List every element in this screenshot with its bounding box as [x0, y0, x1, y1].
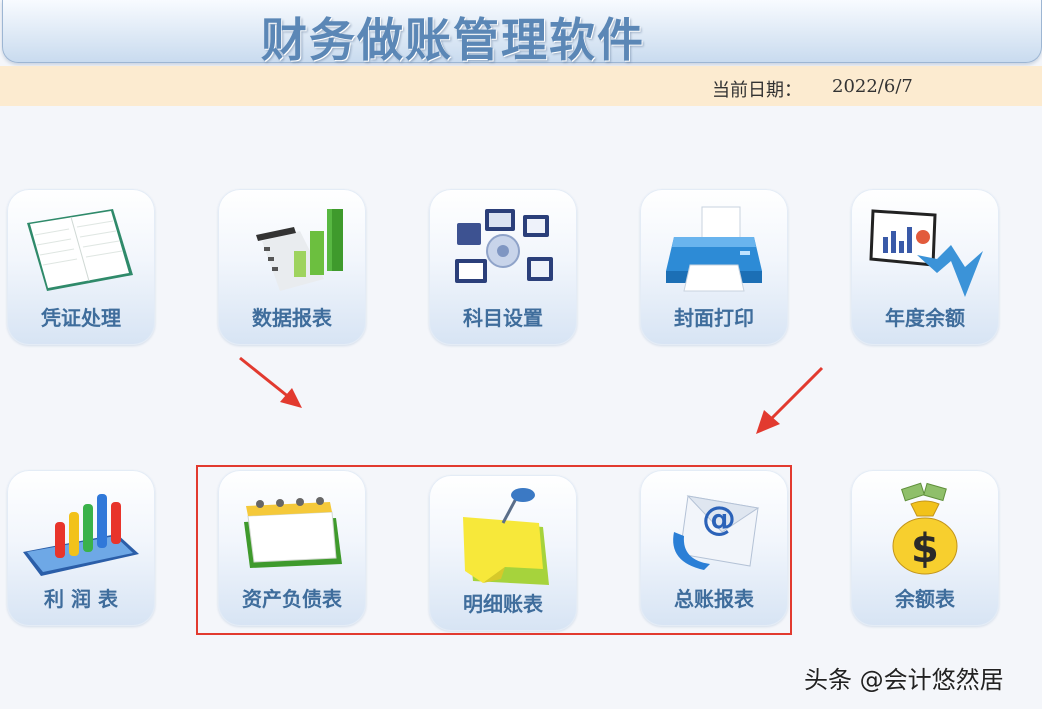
presentation-chart-icon	[869, 209, 983, 297]
network-screens-icon	[455, 209, 553, 283]
module-label: 封面打印	[674, 306, 754, 330]
printer-icon	[666, 206, 762, 292]
date-bar: 当前日期： 2022/6/7	[0, 66, 1042, 106]
module-cover-printing[interactable]: 封面打印	[640, 189, 788, 345]
module-voucher-processing[interactable]: 凭证处理	[7, 189, 155, 345]
ledger-book-icon	[27, 209, 133, 291]
current-date-value: 2022/6/7	[832, 76, 913, 97]
highlight-annotation-box	[196, 465, 792, 635]
money-bag-icon: $	[892, 482, 958, 575]
module-label: 余额表	[895, 587, 955, 611]
current-date-label: 当前日期：	[712, 80, 802, 101]
3d-bar-chart-icon	[23, 494, 139, 576]
app-title: 财务做账管理软件	[261, 13, 645, 67]
module-balance-table[interactable]: $ 余额表	[851, 470, 999, 626]
svg-text:$: $	[911, 526, 939, 572]
module-label: 科目设置	[463, 306, 543, 330]
module-annual-balance[interactable]: 年度余额	[851, 189, 999, 345]
module-label: 利 润 表	[44, 587, 118, 611]
red-arrow-pointer	[756, 366, 824, 434]
bar-chart-icon	[256, 209, 343, 291]
module-label: 凭证处理	[41, 306, 121, 330]
module-label: 数据报表	[252, 306, 332, 330]
red-arrow-pointer	[239, 356, 302, 408]
watermark: 头条 @会计悠然居	[804, 666, 1004, 694]
title-banner: 财务做账管理软件	[2, 0, 1042, 67]
module-label: 年度余额	[885, 306, 965, 330]
module-income-statement[interactable]: 利 润 表	[7, 470, 155, 626]
module-data-reports[interactable]: 数据报表	[218, 189, 366, 345]
module-account-settings[interactable]: 科目设置	[429, 189, 577, 345]
